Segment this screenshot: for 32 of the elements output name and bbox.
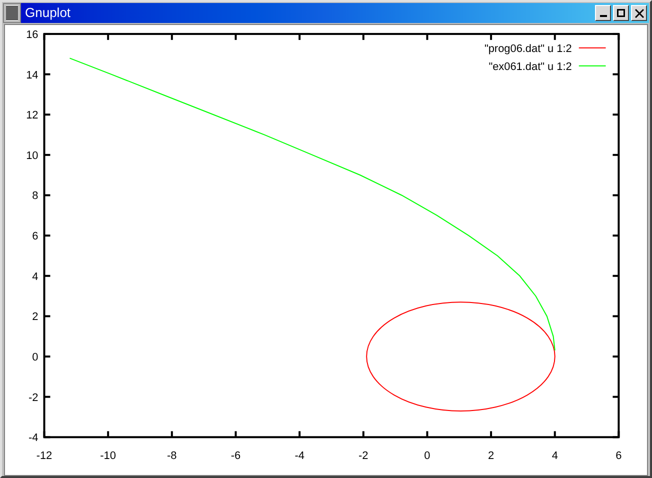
minimize-button[interactable] — [595, 5, 611, 21]
legend-label: "ex061.dat" u 1:2 — [488, 60, 572, 73]
minimize-icon — [600, 15, 606, 17]
legend-label: "prog06.dat" u 1:2 — [484, 42, 572, 55]
tick-label: -6 — [230, 450, 241, 462]
maximize-button[interactable] — [613, 5, 629, 21]
tick-label: 0 — [32, 352, 38, 364]
window-title: Gnuplot — [25, 4, 72, 22]
tick-label: 14 — [26, 69, 38, 82]
maximize-icon — [617, 9, 625, 17]
close-button[interactable] — [631, 5, 647, 21]
tick-label: 4 — [32, 270, 38, 283]
tick-label: 2 — [488, 450, 494, 462]
tick-label: 6 — [32, 230, 38, 243]
tick-label: -8 — [167, 450, 177, 462]
tick-label: 8 — [32, 190, 38, 202]
tick-label: -10 — [100, 450, 116, 462]
tick-label: -2 — [358, 450, 368, 462]
close-icon — [634, 8, 644, 18]
tick-label: 4 — [552, 450, 558, 462]
tick-label: 10 — [26, 150, 38, 162]
tick-label: 6 — [616, 450, 622, 462]
tick-label: 0 — [424, 450, 430, 462]
tick-label: -4 — [28, 432, 38, 444]
menu-icon — [5, 6, 19, 20]
tick-label: -2 — [28, 392, 38, 404]
tick-label: -12 — [36, 450, 52, 462]
tick-label: 2 — [32, 311, 38, 324]
tick-label: 12 — [26, 110, 38, 122]
tick-label: -4 — [294, 450, 304, 462]
window-menu-button[interactable] — [3, 3, 21, 23]
tick-label: 16 — [26, 28, 38, 41]
